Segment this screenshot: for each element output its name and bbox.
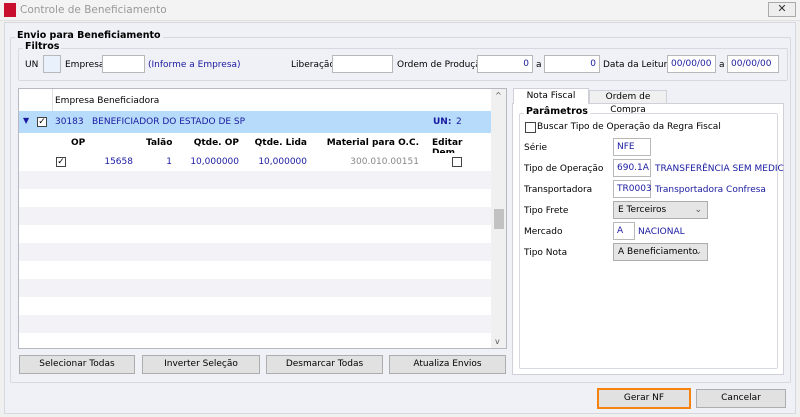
grid-header-empresa: Empresa Beneficiadora <box>55 96 160 106</box>
frete-label: Tipo Frete <box>524 206 569 216</box>
parametros-title: Parâmetros <box>524 106 590 117</box>
column-header-row: OP Talão Qtde. OP Qtde. Lida Material pa… <box>19 133 491 158</box>
tipo-op-desc: TRANSFERÊNCIA SEM MEDIC <box>655 164 784 174</box>
transp-label: Transportadora <box>524 185 593 195</box>
op-to-input[interactable]: 0 <box>544 55 600 73</box>
tipo-op-label: Tipo de Operação <box>524 164 604 174</box>
tab-nota-fiscal[interactable]: Nota Fiscal <box>513 88 589 104</box>
window-title: Controle de Beneficiamento <box>20 4 167 16</box>
unselect-all-button[interactable]: Desmarcar Todas <box>266 355 383 374</box>
vertical-scrollbar[interactable]: ^ v <box>491 89 506 348</box>
group-un-value: 2 <box>456 117 462 127</box>
op-label: Ordem de Produção <box>397 60 487 70</box>
close-button[interactable]: ✕ <box>768 2 796 17</box>
table-row[interactable]: ✓ 15658 1 10,000000 10,000000 300.010.00… <box>19 153 491 171</box>
title-bar: Controle de Beneficiamento ✕ <box>0 0 800 21</box>
col-op[interactable]: OP <box>71 138 85 148</box>
nota-label: Tipo Nota <box>524 248 568 258</box>
group-code: 30183 <box>55 117 84 127</box>
transp-input[interactable]: TR0003 <box>613 180 652 198</box>
group-name: BENEFICIADOR DO ESTADO DE SP <box>92 117 246 127</box>
nota-select[interactable]: A Beneficiamento ⌄ <box>613 243 708 261</box>
un-input[interactable] <box>43 55 61 73</box>
transp-desc: Transportadora Confresa <box>655 185 766 195</box>
refresh-button[interactable]: Atualiza Envios <box>389 355 506 374</box>
data-from-input[interactable]: 00/00/00 <box>667 55 716 73</box>
envio-group-title: Envio para Beneficiamento <box>15 30 163 41</box>
editar-checkbox[interactable] <box>452 157 462 167</box>
mercado-input[interactable]: A <box>613 222 635 240</box>
buscar-label[interactable]: Buscar Tipo de Operação da Regra Fiscal <box>537 122 721 132</box>
group-row[interactable]: ▼ ✓ 30183 BENEFICIADOR DO ESTADO DE SP U… <box>19 111 491 133</box>
serie-label: Série <box>524 143 547 153</box>
cell-material: 300.010.00151 <box>350 157 419 167</box>
data-leitura-label: Data da Leitura <box>603 60 673 70</box>
frete-value: E Terceiros <box>618 205 667 215</box>
chevron-down-icon: ⌄ <box>694 205 702 215</box>
scroll-up-icon[interactable]: ^ <box>495 91 502 100</box>
op-range-label: a <box>536 60 542 70</box>
cell-op: 15658 <box>104 157 133 167</box>
group-un-label: UN: <box>433 117 452 127</box>
row-checkbox[interactable]: ✓ <box>56 157 66 167</box>
invert-selection-button[interactable]: Inverter Seleção <box>142 355 260 374</box>
serie-input[interactable]: NFE <box>613 138 651 156</box>
empresa-input[interactable] <box>102 55 145 73</box>
select-all-button[interactable]: Selecionar Todas <box>19 355 135 374</box>
chevron-down-icon: ⌄ <box>694 247 702 257</box>
cell-qtde-lida: 10,000000 <box>258 157 307 167</box>
filtros-title: Filtros <box>23 41 62 52</box>
data-to-input[interactable]: 00/00/00 <box>727 55 779 73</box>
tipo-op-input[interactable]: 690.1A <box>613 159 651 177</box>
tab-ordem-compra[interactable]: Ordem de Compra <box>589 90 667 115</box>
cancel-button[interactable]: Cancelar <box>696 389 786 408</box>
app-logo-icon <box>4 3 16 17</box>
frete-select[interactable]: E Terceiros ⌄ <box>613 201 708 219</box>
empresa-hint: (Informe a Empresa) <box>148 60 241 70</box>
liberacao-input[interactable] <box>332 55 393 73</box>
envios-grid[interactable]: Empresa Beneficiadora ▼ ✓ 30183 BENEFICI… <box>18 88 507 349</box>
nota-value: A Beneficiamento <box>618 247 698 257</box>
empresa-label: Empresa <box>65 60 105 70</box>
mercado-desc: NACIONAL <box>638 227 685 237</box>
gerar-nf-button[interactable]: Gerar NF <box>597 388 691 409</box>
mercado-label: Mercado <box>524 227 563 237</box>
col-material[interactable]: Material para O.C. <box>309 138 419 148</box>
buscar-checkbox[interactable] <box>525 122 536 133</box>
col-qtde-lida[interactable]: Qtde. Lida <box>227 138 307 148</box>
liberacao-label: Liberação <box>291 60 335 70</box>
op-from-input[interactable]: 0 <box>477 55 533 73</box>
scroll-down-icon[interactable]: v <box>495 337 500 346</box>
scrollbar-thumb[interactable] <box>494 209 504 229</box>
group-checkbox[interactable]: ✓ <box>37 117 47 127</box>
un-label: UN <box>25 60 39 70</box>
collapse-arrow-icon[interactable]: ▼ <box>23 116 29 125</box>
data-range-label: a <box>719 60 725 70</box>
